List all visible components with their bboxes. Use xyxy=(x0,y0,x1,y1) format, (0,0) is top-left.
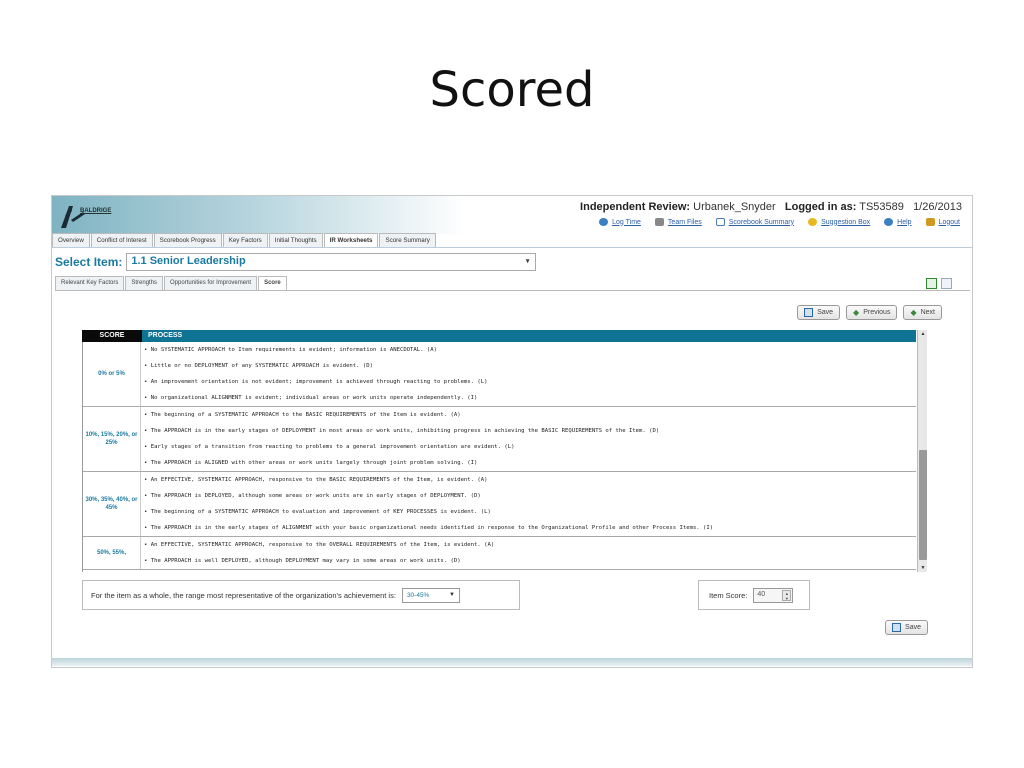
document-icon[interactable] xyxy=(941,278,952,289)
scroll-up-icon[interactable]: ▲ xyxy=(919,331,927,337)
date: 1/26/2013 xyxy=(913,201,962,213)
process-row: • Early stages of a transition from reac… xyxy=(144,444,515,450)
item-score-stepper[interactable]: 40 ▲ ▼ xyxy=(753,587,794,603)
tab-scorebook-progress[interactable]: Scorebook Progress xyxy=(153,233,222,247)
help-icon xyxy=(884,218,894,226)
subtab-opportunities[interactable]: Opportunities for Improvement xyxy=(164,276,258,290)
clock-icon xyxy=(599,218,609,226)
logout-icon xyxy=(925,218,935,226)
slide-title: Scored xyxy=(429,62,595,118)
save-icon xyxy=(892,623,902,632)
item-score-label: Item Score: xyxy=(709,590,748,600)
tab-initial-thoughts[interactable]: Initial Thoughts xyxy=(268,233,323,247)
summary-icon xyxy=(715,218,725,226)
process-row: • No SYSTEMATIC APPROACH to Item require… xyxy=(144,347,437,353)
process-column-header: PROCESS xyxy=(148,332,183,339)
tab-score-summary[interactable]: Score Summary xyxy=(379,233,436,247)
sub-tabs: Relevant Key Factors Strengths Opportuni… xyxy=(55,276,288,290)
score-group: 10%, 15%, 20%, or 25% • The beginning of… xyxy=(83,407,916,472)
process-row: • The beginning of a SYSTEMATIC APPROACH… xyxy=(144,412,461,418)
tab-conflict-of-interest[interactable]: Conflict of Interest xyxy=(90,233,153,247)
process-row: • The APPROACH is in the early stages of… xyxy=(144,428,660,434)
stepper-arrows-icon[interactable]: ▲ ▼ xyxy=(782,589,792,601)
tab-divider xyxy=(52,247,972,248)
process-row: • The APPROACH is ALIGNED with other are… xyxy=(144,460,478,466)
score-column-header: SCORE xyxy=(82,330,142,342)
grid-header: SCORE PROCESS xyxy=(82,330,916,342)
bottom-bar xyxy=(52,658,972,666)
item-score-panel: Item Score: 40 ▲ ▼ xyxy=(698,580,810,610)
grid-scrollbar[interactable]: ▲ ▼ xyxy=(917,330,927,572)
review-info: Independent Review: Urbanek_Snyder Logge… xyxy=(580,201,962,213)
review-label: Independent Review: xyxy=(580,201,691,213)
chevron-down-icon: ▼ xyxy=(448,591,455,598)
score-range: 0% or 5% xyxy=(98,371,125,377)
reviewer-name: Urbanek_Snyder xyxy=(693,201,776,213)
process-row: • The APPROACH is well DEPLOYED, althoug… xyxy=(144,558,461,564)
help-link[interactable]: Help xyxy=(884,218,912,226)
save-icon xyxy=(804,308,814,317)
range-dropdown[interactable]: 30-45% ▼ xyxy=(401,587,460,603)
process-row: • An improvement orientation is not evid… xyxy=(144,379,488,385)
next-button[interactable]: ◆ Next xyxy=(903,305,942,320)
arrow-left-icon: ◆ xyxy=(853,308,860,317)
previous-button[interactable]: ◆ Previous xyxy=(846,305,898,320)
range-panel: For the item as a whole, the range most … xyxy=(82,580,520,610)
log-time-link[interactable]: Log Time xyxy=(599,218,641,226)
grid-body: 0% or 5% • No SYSTEMATIC APPROACH to Ite… xyxy=(82,342,916,572)
suggestion-box-link[interactable]: Suggestion Box xyxy=(808,218,870,226)
chevron-down-icon: ▾ xyxy=(525,258,530,265)
score-range: 30%, 35%, 40%, or 45% xyxy=(85,497,138,511)
tab-key-factors[interactable]: Key Factors xyxy=(222,233,268,247)
process-row: • The APPROACH is in the early stages of… xyxy=(144,525,714,531)
select-item-row: Select Item: 1.1 Senior Leadership ▾ xyxy=(55,253,537,271)
scroll-down-icon[interactable]: ▼ xyxy=(919,565,927,571)
save-bottom-button[interactable]: Save xyxy=(885,620,928,635)
process-row: • No organizational ALIGNMENT is evident… xyxy=(144,395,478,401)
lightbulb-icon xyxy=(808,218,818,226)
select-item-dropdown[interactable]: 1.1 Senior Leadership ▾ xyxy=(126,253,537,271)
tab-overview[interactable]: Overview xyxy=(52,233,90,247)
process-row: • An EFFECTIVE, SYSTEMATIC APPROACH, res… xyxy=(144,542,495,548)
nav-buttons: Save ◆ Previous ◆ Next xyxy=(797,305,942,320)
header-links: Log Time Team Files Scorebook Summary Su… xyxy=(599,218,960,226)
logout-link[interactable]: Logout xyxy=(925,218,960,226)
user-id: TS53589 xyxy=(859,201,904,213)
score-range: 10%, 15%, 20%, or 25% xyxy=(85,432,138,446)
score-group: 0% or 5% • No SYSTEMATIC APPROACH to Ite… xyxy=(83,342,916,407)
excel-icon[interactable] xyxy=(926,278,937,289)
logo-text: BALDRIGE xyxy=(80,208,112,214)
select-item-label: Select Item: xyxy=(55,255,123,269)
tab-ir-worksheets[interactable]: IR Worksheets xyxy=(323,233,379,247)
process-row: • The APPROACH is DEPLOYED, although som… xyxy=(144,493,481,499)
subtab-relevant-key-factors[interactable]: Relevant Key Factors xyxy=(55,276,125,290)
files-icon xyxy=(654,218,664,226)
score-range: 50%, 55%, xyxy=(96,550,127,556)
subtab-divider xyxy=(55,290,970,291)
subtab-score[interactable]: Score xyxy=(258,276,287,290)
app-window: BALDRIGE Independent Review: Urbanek_Sny… xyxy=(51,195,973,668)
select-item-value: 1.1 Senior Leadership xyxy=(131,255,246,267)
score-group: 50%, 55%, • An EFFECTIVE, SYSTEMATIC APP… xyxy=(83,537,916,570)
bottom-save-wrap: Save xyxy=(885,620,928,635)
score-group: 30%, 35%, 40%, or 45% • An EFFECTIVE, SY… xyxy=(83,472,916,537)
scoring-grid: SCORE PROCESS 0% or 5% • No SYSTEMATIC A… xyxy=(82,330,927,572)
team-files-link[interactable]: Team Files xyxy=(654,218,702,226)
app-header: BALDRIGE Independent Review: Urbanek_Sny… xyxy=(52,196,972,234)
range-question: For the item as a whole, the range most … xyxy=(91,590,396,600)
process-row: • An EFFECTIVE, SYSTEMATIC APPROACH, res… xyxy=(144,477,488,483)
view-icons xyxy=(926,278,952,289)
scorebook-summary-link[interactable]: Scorebook Summary xyxy=(715,218,794,226)
item-score-value: 40 xyxy=(757,590,766,598)
logo-icon xyxy=(61,206,85,228)
subtab-strengths[interactable]: Strengths xyxy=(125,276,164,290)
arrow-right-icon: ◆ xyxy=(910,308,917,317)
process-row: • Little or no DEPLOYMENT of any SYSTEMA… xyxy=(144,363,374,369)
main-tabs: Overview Conflict of Interest Scorebook … xyxy=(52,233,437,247)
range-value: 30-45% xyxy=(406,591,430,599)
process-row: • The beginning of a SYSTEMATIC APPROACH… xyxy=(144,509,491,515)
logged-label: Logged in as: xyxy=(784,201,857,213)
save-button[interactable]: Save xyxy=(797,305,841,320)
scrollbar-thumb[interactable] xyxy=(919,450,927,560)
